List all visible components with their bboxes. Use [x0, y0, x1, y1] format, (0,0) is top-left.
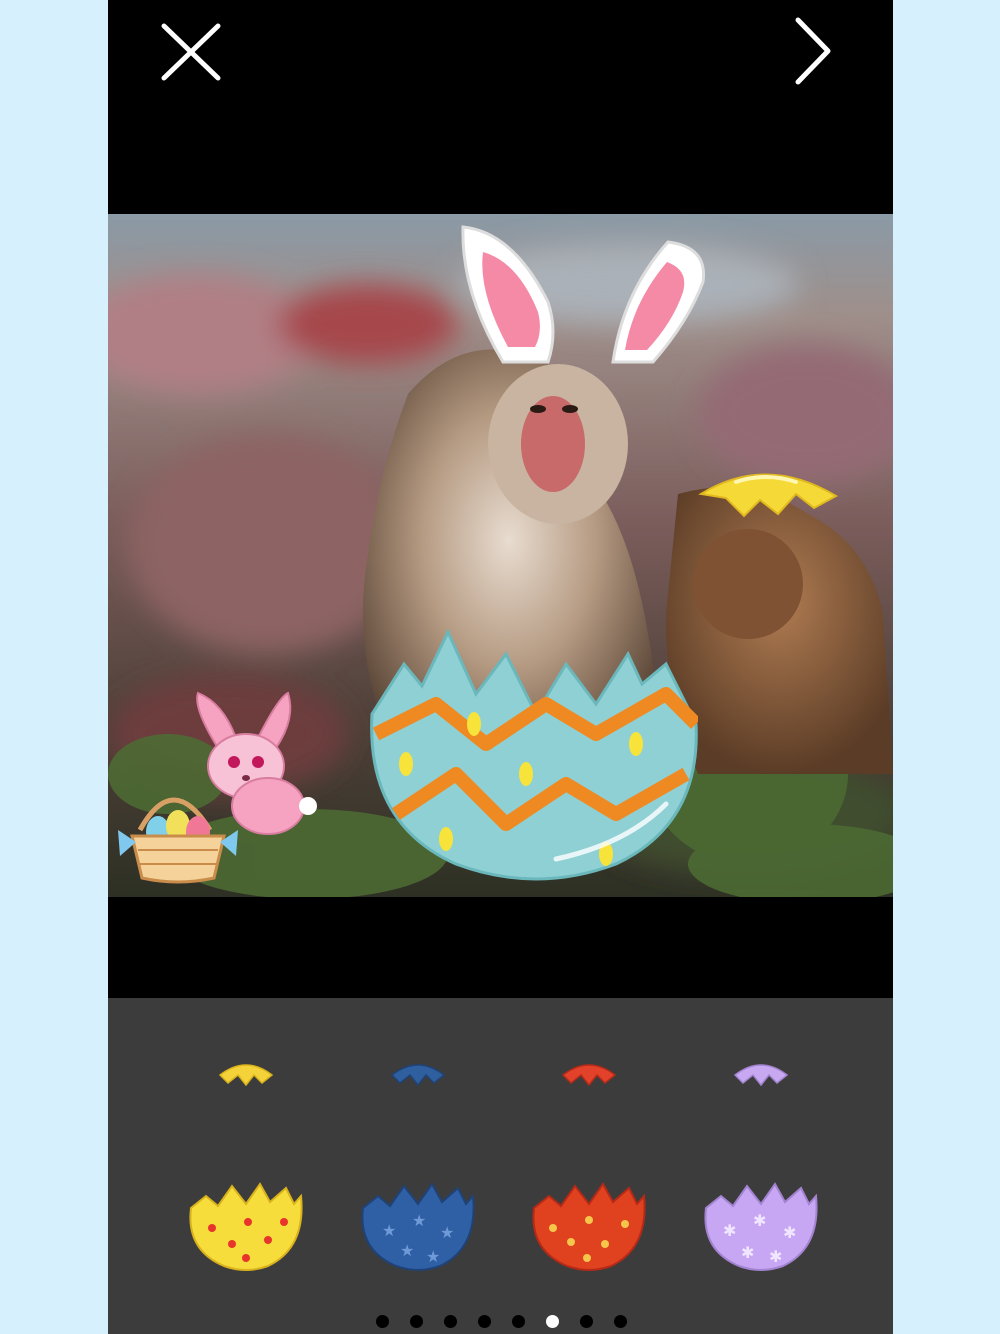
page-dot[interactable] — [376, 1315, 389, 1328]
purple-cap-sticker[interactable] — [733, 1061, 789, 1087]
next-button[interactable] — [786, 14, 838, 88]
page-dot[interactable] — [614, 1315, 627, 1328]
red-cap-sticker[interactable] — [561, 1061, 617, 1087]
bunny-ears-sticker[interactable] — [453, 222, 708, 372]
svg-text:★: ★ — [400, 1241, 414, 1260]
egg-cap-sticker[interactable] — [696, 464, 841, 524]
letterbox-bottom — [108, 897, 893, 998]
page-dot[interactable] — [410, 1315, 423, 1328]
close-button[interactable] — [156, 20, 226, 84]
blue-cap-sticker[interactable] — [390, 1061, 446, 1087]
blue-cracked-shell-sticker[interactable]: ★ ★ ★ ★ ★ — [360, 1178, 476, 1273]
page-dot[interactable] — [580, 1315, 593, 1328]
svg-text:✱: ✱ — [769, 1247, 782, 1266]
svg-text:★: ★ — [382, 1221, 396, 1240]
page-dot[interactable] — [512, 1315, 525, 1328]
sticker-panel: ★ ★ ★ ★ ★ ✱ ✱ ✱ ✱ ✱ — [108, 998, 893, 1334]
svg-text:★: ★ — [440, 1223, 454, 1242]
svg-text:✱: ✱ — [783, 1223, 796, 1242]
editor-screen: ★ ★ ★ ★ ★ ✱ ✱ ✱ ✱ ✱ — [108, 0, 893, 1334]
close-icon — [161, 23, 221, 81]
page-dot[interactable] — [546, 1315, 559, 1328]
red-cracked-shell-sticker[interactable] — [531, 1178, 647, 1273]
svg-text:★: ★ — [412, 1211, 426, 1230]
chevron-right-icon — [795, 17, 831, 85]
purple-cracked-shell-sticker[interactable]: ✱ ✱ ✱ ✱ ✱ — [703, 1178, 819, 1273]
svg-text:✱: ✱ — [741, 1243, 754, 1262]
top-bar — [108, 0, 893, 214]
yellow-cracked-shell-sticker[interactable] — [188, 1178, 304, 1273]
page-indicator — [108, 1313, 893, 1331]
svg-text:✱: ✱ — [753, 1211, 766, 1230]
cracked-egg-sticker[interactable] — [366, 624, 698, 884]
page-dot[interactable] — [444, 1315, 457, 1328]
page-dot[interactable] — [478, 1315, 491, 1328]
svg-text:✱: ✱ — [723, 1221, 736, 1240]
egg-basket-sticker[interactable] — [118, 770, 238, 885]
yellow-cap-sticker[interactable] — [218, 1061, 274, 1087]
svg-text:★: ★ — [426, 1247, 440, 1266]
photo-canvas[interactable] — [108, 214, 893, 897]
